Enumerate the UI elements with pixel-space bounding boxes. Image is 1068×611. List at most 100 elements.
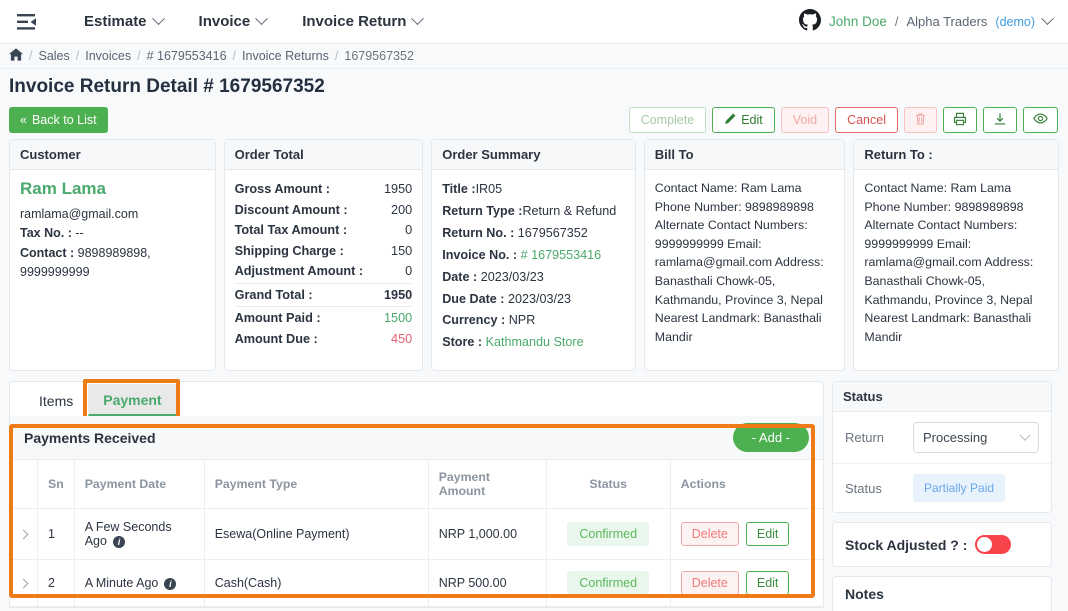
edit-payment-button[interactable]: Edit	[745, 522, 790, 546]
home-icon[interactable]	[9, 48, 23, 64]
order-total-label: Gross Amount :	[234, 182, 330, 196]
table-row: Gross Amount : 1950	[235, 179, 413, 200]
nav-item-invoice-return[interactable]: Invoice Return	[302, 12, 425, 30]
summary-title-label: Title :	[442, 182, 476, 196]
customer-name: Ram Lama	[20, 179, 106, 198]
return-status-select[interactable]: Processing	[913, 422, 1039, 453]
void-button[interactable]: Void	[780, 107, 830, 133]
primary-nav: Estimate Invoice Invoice Return	[84, 12, 425, 30]
status-badge: Confirmed	[567, 522, 650, 546]
nav-item-estimate-label: Estimate	[84, 13, 147, 30]
table-row: Grand Total : 1950	[234, 282, 413, 306]
page-title: Invoice Return Detail # 1679567352	[9, 76, 325, 97]
status-badge: Partially Paid	[913, 474, 1006, 502]
nav-item-estimate[interactable]: Estimate	[84, 12, 165, 30]
payment-date-text: A Minute Ago	[84, 576, 159, 590]
breadcrumb-separator: /	[232, 49, 237, 63]
download-icon	[993, 112, 1007, 129]
bill-to-card: Bill To Contact Name: Ram Lama Phone Num…	[643, 139, 846, 371]
status-badge: Confirmed	[567, 571, 650, 595]
right-action-buttons: Complete Edit Void Cancel	[628, 107, 1058, 133]
delete-payment-button[interactable]: Delete	[680, 571, 739, 595]
cancel-button[interactable]: Cancel	[835, 107, 898, 133]
amount-due-label: Amount Due :	[234, 332, 318, 347]
delete-payment-button[interactable]: Delete	[680, 522, 739, 546]
return-status-value: Processing	[923, 430, 988, 445]
column-actions: Actions	[670, 460, 823, 509]
breadcrumb-item-sales[interactable]: Sales	[38, 49, 69, 63]
order-total-value: 0	[405, 223, 413, 238]
breadcrumb-item-invoices[interactable]: Invoices	[85, 49, 131, 63]
toggle-knob	[977, 537, 993, 552]
print-button[interactable]	[943, 107, 977, 133]
delete-button[interactable]	[904, 107, 937, 133]
printer-icon	[953, 112, 967, 129]
stock-adjusted-card: Stock Adjusted ? :	[832, 522, 1052, 567]
payment-pane: Items Payment Payments Received - Add - …	[9, 379, 824, 608]
summary-due-date-label: Due Date :	[442, 291, 505, 306]
stock-adjusted-toggle[interactable]	[975, 535, 1012, 554]
back-to-list-button[interactable]: « Back to List	[9, 107, 108, 133]
column-payment-amount: Payment Amount	[428, 460, 547, 509]
download-button[interactable]	[983, 107, 1017, 133]
tab-items-label: Items	[39, 393, 74, 409]
column-sn: Sn	[37, 460, 75, 509]
amount-paid-label: Amount Paid :	[234, 311, 321, 326]
edit-payment-button[interactable]: Edit	[745, 571, 790, 595]
info-icon[interactable]: i	[112, 535, 125, 548]
breadcrumb-item-invoice-number[interactable]: # 1679553416	[147, 49, 227, 63]
preview-button[interactable]	[1023, 107, 1058, 133]
return-to-card: Return To : Contact Name: Ram Lama Phone…	[853, 139, 1059, 371]
cell-payment-date: A Few Seconds Ago i	[74, 508, 205, 560]
summary-store-link[interactable]: Kathmandu Store	[486, 335, 584, 349]
complete-button[interactable]: Complete	[628, 107, 707, 133]
add-payment-button[interactable]: - Add -	[732, 423, 809, 452]
breadcrumb-separator: /	[137, 49, 141, 63]
row-expand-toggle[interactable]	[10, 559, 38, 607]
trash-icon	[914, 112, 927, 129]
summary-return-no-value: 1679567352	[517, 225, 588, 240]
menu-fold-icon[interactable]	[0, 13, 54, 30]
return-to-address: Contact Name: Ram Lama Phone Number: 989…	[864, 181, 1034, 344]
summary-store-label: Store :	[442, 335, 483, 350]
row-expand-toggle[interactable]	[10, 508, 38, 560]
breadcrumb-separator: /	[29, 49, 33, 63]
table-row: Total Tax Amount : 0	[235, 220, 413, 241]
tab-payment[interactable]: Payment	[88, 384, 177, 416]
cell-actions: Delete Edit	[670, 559, 823, 607]
column-payment-date: Payment Date	[74, 460, 205, 509]
payment-status-row: Status Partially Paid	[833, 464, 1051, 512]
nav-item-invoice[interactable]: Invoice	[199, 12, 269, 30]
edit-button[interactable]: Edit	[712, 107, 775, 133]
summary-return-type-label: Return Type :	[442, 203, 523, 218]
info-icon[interactable]: i	[164, 577, 177, 590]
notes-card: Notes	[832, 576, 1052, 611]
user-menu[interactable]: John Doe / Alpha Traders (demo)	[799, 9, 1068, 34]
user-separator: /	[894, 14, 899, 29]
top-navigation-bar: Estimate Invoice Invoice Return John Doe…	[0, 0, 1068, 44]
tab-items[interactable]: Items	[24, 385, 89, 416]
payment-status-label: Status	[845, 480, 882, 496]
cell-sn: 1	[37, 508, 75, 560]
action-toolbar: « Back to List Complete Edit Void Cancel	[0, 104, 1068, 136]
summary-currency-value: NPR	[508, 313, 536, 328]
pencil-icon	[724, 113, 736, 128]
cell-payment-type: Cash(Cash)	[204, 559, 429, 607]
order-summary-heading: Order Summary	[432, 140, 635, 170]
table-header-row: Sn Payment Date Payment Type Payment Amo…	[10, 460, 823, 509]
table-row: Discount Amount : 200	[235, 200, 413, 221]
cell-status: Confirmed	[546, 559, 671, 607]
double-chevron-left-icon: «	[20, 113, 27, 127]
customer-contact-label: Contact :	[20, 245, 75, 260]
order-total-value: 150	[391, 243, 413, 258]
grand-total-label: Grand Total :	[234, 287, 313, 302]
payments-table: Sn Payment Date Payment Type Payment Amo…	[10, 460, 823, 607]
summary-return-no-label: Return No. :	[442, 225, 515, 240]
table-row: 1 A Few Seconds Ago i Esewa(Online Paymen…	[10, 508, 823, 560]
bill-to-address: Contact Name: Ram Lama Phone Number: 989…	[654, 181, 824, 344]
lower-content: Items Payment Payments Received - Add - …	[0, 371, 1068, 611]
chevron-down-icon	[411, 12, 425, 26]
summary-invoice-no-link[interactable]: # 1679553416	[521, 248, 602, 262]
grand-total-value: 1950	[383, 287, 413, 302]
breadcrumb-item-invoice-returns[interactable]: Invoice Returns	[242, 49, 329, 63]
